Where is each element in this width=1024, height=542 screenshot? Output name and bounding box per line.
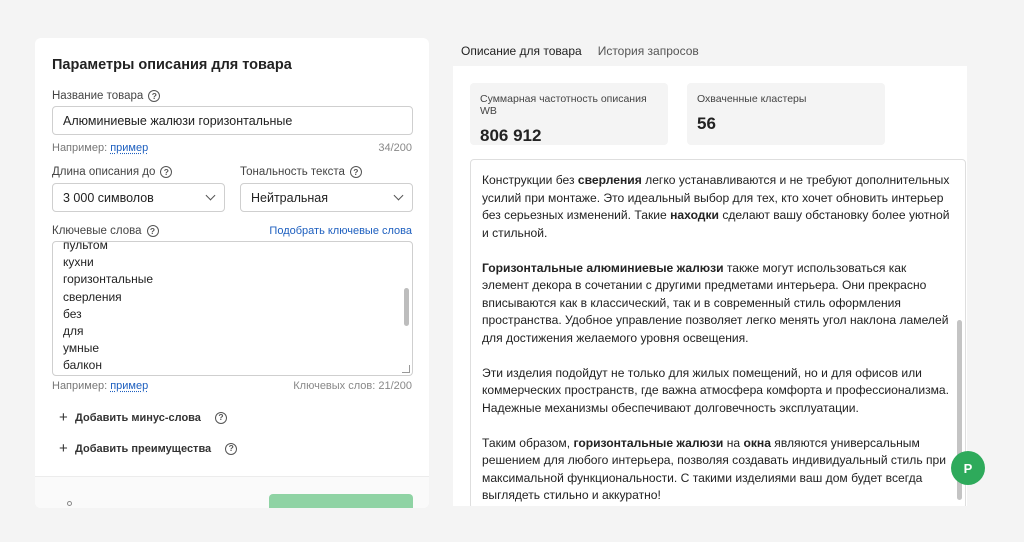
example-link[interactable]: пример (110, 142, 148, 154)
generated-description[interactable]: Конструкции без сверления легко устанавл… (470, 159, 966, 506)
keyword-item: пультом (63, 241, 108, 252)
keyword-highlight: находки (670, 208, 719, 222)
description-text: Конструкции без сверления легко устанавл… (482, 172, 950, 506)
pick-keywords-link[interactable]: Подобрать ключевые слова (269, 225, 412, 237)
help-icon[interactable]: ? (225, 442, 238, 455)
keywords-scrollbar[interactable] (404, 288, 409, 326)
tone-value: Нейтральная (251, 190, 329, 205)
tone-label-text: Тональность текста (240, 166, 345, 178)
help-icon[interactable]: ? (146, 225, 159, 237)
keywords-hint: Например: пример (52, 380, 148, 392)
product-name-value: Алюминиевые жалюзи горизонтальные (63, 113, 293, 128)
product-name-counter: 34/200 (378, 142, 412, 154)
keyword-item: горизонтальные (63, 272, 154, 287)
keywords-label-text: Ключевые слова (52, 225, 142, 237)
product-name-label-text: Название товара (52, 90, 144, 102)
settings-icon[interactable] (67, 501, 72, 506)
tab-description[interactable]: Описание для товара (453, 38, 590, 69)
generate-button[interactable] (269, 494, 413, 508)
help-icon[interactable]: ? (349, 166, 362, 178)
description-paragraph: Горизонтальные алюминиевые жалюзи также … (482, 260, 950, 348)
keywords-textarea[interactable]: пультом кухни горизонтальные сверления б… (52, 241, 413, 376)
frequency-card: Суммарная частотность описания WB 806 91… (470, 83, 668, 145)
text-run: Таким образом, (482, 435, 574, 450)
description-paragraph: Конструкции без сверления легко устанавл… (482, 172, 950, 242)
example-link[interactable]: пример (110, 380, 148, 392)
clusters-label: Охваченные кластеры (697, 93, 807, 105)
plus-icon: + (59, 409, 68, 426)
keyword-highlight: сверления (577, 173, 642, 187)
description-paragraph: Эти изделия подойдут не только для жилых… (482, 365, 950, 415)
hint-prefix: Например: (52, 142, 108, 154)
clusters-card: Охваченные кластеры 56 (687, 83, 885, 145)
help-icon[interactable]: ? (160, 166, 173, 178)
description-paragraph: Таким образом, горизонтальные жалюзи на … (482, 435, 950, 505)
text-run: Конструкции без (482, 173, 578, 187)
add-minus-words-label: Добавить минус-слова (75, 411, 201, 424)
chat-button[interactable]: Р (951, 451, 985, 485)
result-panel: Суммарная частотность описания WB 806 91… (453, 66, 967, 506)
resize-handle-icon[interactable] (402, 365, 410, 373)
clusters-value: 56 (697, 114, 716, 133)
keyword-highlight: окна (743, 435, 771, 450)
keyword-highlight: горизонтальные жалюзи (573, 435, 724, 450)
hint-prefix: Например: (52, 380, 108, 392)
panel-title: Параметры описания для товара (52, 57, 292, 73)
add-minus-words-button[interactable]: + Добавить минус-слова ? (59, 409, 227, 426)
keywords-list: пультом кухни горизонтальные сверления б… (63, 241, 154, 375)
result-tabs: Описание для товара История запросов (453, 38, 707, 69)
add-advantages-label: Добавить преимущества (75, 442, 212, 455)
help-icon[interactable]: ? (214, 411, 227, 424)
product-name-input[interactable]: Алюминиевые жалюзи горизонтальные (52, 106, 413, 135)
keyword-item: сверления (63, 289, 122, 304)
keywords-label: Ключевые слова ? (52, 225, 159, 237)
help-icon[interactable]: ? (148, 90, 161, 102)
product-name-hint: Например: пример (52, 142, 148, 154)
keywords-counter: Ключевых слов: 21/200 (293, 380, 412, 392)
keyword-item: умные (63, 341, 100, 356)
frequency-value: 806 912 (480, 126, 542, 145)
keyword-item: для (63, 324, 84, 339)
length-select[interactable]: 3 000 символов (52, 183, 225, 212)
text-run: на (723, 435, 744, 450)
add-advantages-button[interactable]: + Добавить преимущества ? (59, 440, 238, 457)
keyword-item: балкон (63, 358, 102, 373)
length-label: Длина описания до ? (52, 166, 173, 178)
length-value: 3 000 символов (63, 190, 154, 205)
product-name-label: Название товара ? (52, 90, 161, 102)
keyword-highlight: Горизонтальные алюминиевые жалюзи (482, 260, 724, 275)
chevron-down-icon (205, 190, 216, 201)
description-params-panel: Параметры описания для товара Название т… (35, 38, 429, 508)
length-label-text: Длина описания до (52, 166, 156, 178)
frequency-label: Суммарная частотность описания WB (480, 93, 647, 117)
keyword-item: без (63, 306, 82, 321)
tone-select[interactable]: Нейтральная (240, 183, 413, 212)
tone-label: Тональность текста ? (240, 166, 362, 178)
keyword-item: кухни (63, 255, 94, 270)
tab-history[interactable]: История запросов (590, 38, 707, 69)
chevron-down-icon (393, 190, 404, 201)
plus-icon: + (59, 440, 68, 457)
